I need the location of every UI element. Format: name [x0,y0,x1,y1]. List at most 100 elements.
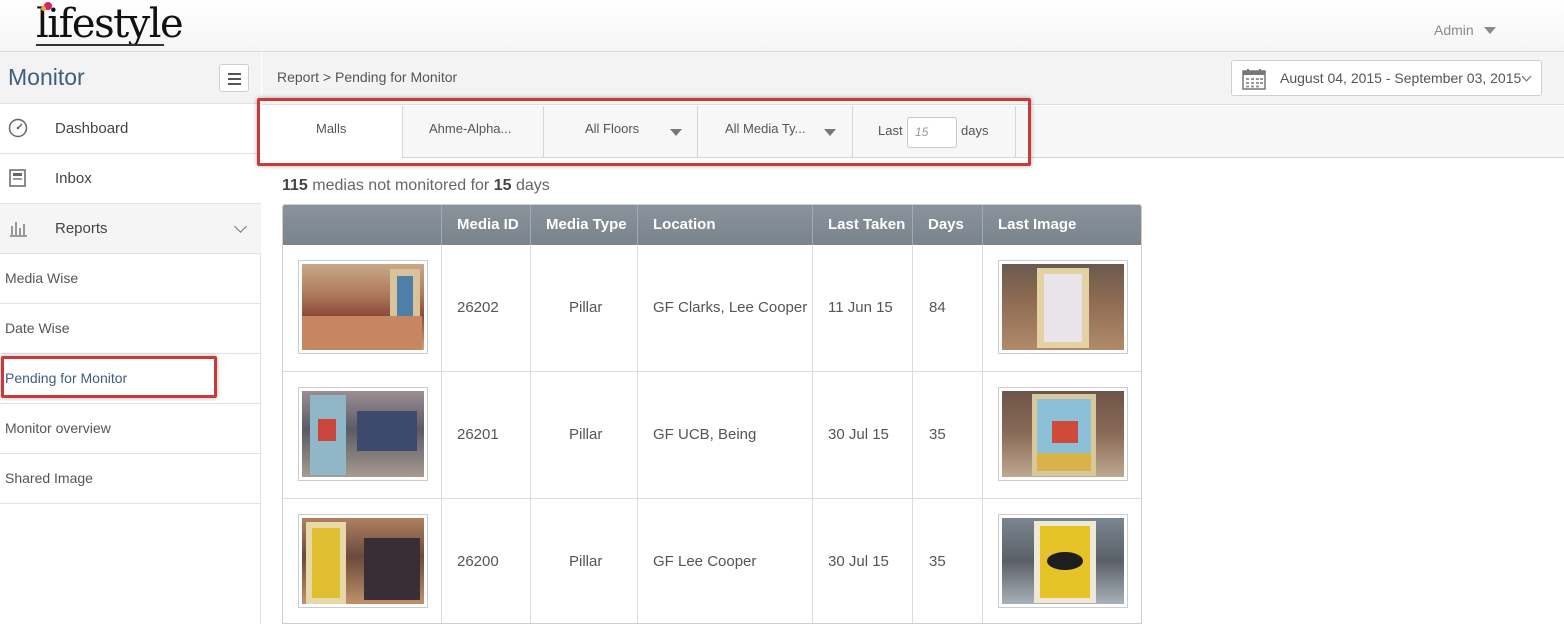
logo-underline [36,44,164,46]
sidebar-subitem-media-wise[interactable]: Media Wise [0,254,261,304]
date-range-picker[interactable]: August 04, 2015 - September 03, 2015 [1231,60,1542,96]
column-header-media-type[interactable]: Media Type [531,205,638,245]
media-type: Pillar [569,553,603,570]
days: 35 [929,553,946,570]
last-image-thumbnail[interactable] [998,260,1128,354]
media-type-cell: Pillar [531,245,638,372]
last-image-thumbnail[interactable] [998,387,1128,481]
days-cell: 35 [913,499,983,623]
location: GF UCB, Being [653,426,757,443]
location-cell: GF Lee Cooper [638,499,813,623]
bar-chart-icon [10,222,27,237]
last-taken-cell: 11 Jun 15 [813,245,913,372]
photo [302,391,424,477]
photo-detail [1052,421,1078,443]
sidebar-subitem-monitor-overview[interactable]: Monitor overview [0,404,261,454]
sidebar-subitem-label: Monitor overview [5,420,111,436]
sidebar-subitem-date-wise[interactable]: Date Wise [0,304,261,354]
column-header-days[interactable]: Days [913,205,983,245]
media-id-cell: 26201 [442,372,531,499]
days-cell: 84 [913,245,983,372]
sidebar-item-inbox[interactable]: Inbox [0,154,261,204]
table-row[interactable]: 26200 Pillar GF Lee Cooper 30 Jul 15 35 [283,499,1141,623]
sidebar-subitem-label: Media Wise [5,270,79,286]
brand-logo[interactable]: lifestyle [34,0,184,50]
last-taken-cell: 30 Jul 15 [813,499,913,623]
date-range-value: August 04, 2015 - September 03, 2015 [1280,70,1522,86]
days: 84 [929,299,946,316]
last-taken-cell: 30 Jul 15 [813,372,913,499]
chevron-down-icon [1521,71,1532,82]
media-id: 26201 [457,426,499,443]
last-taken: 30 Jul 15 [828,426,889,443]
location: GF Lee Cooper [653,553,757,570]
column-header-last-taken[interactable]: Last Taken [813,205,913,245]
last-image-cell [983,499,1141,623]
highlight-box-sidebar [1,356,217,398]
photo-detail [318,419,336,441]
last-image-cell [983,245,1141,372]
photo [302,518,424,604]
photo [1002,518,1124,604]
sidebar-item-label: Inbox [55,170,92,187]
sidebar-item-label: Reports [55,220,108,237]
last-image-cell [983,372,1141,499]
sidebar-header: Monitor [0,52,261,104]
table-row[interactable]: 26202 Pillar GF Clarks, Lee Cooper 11 Ju… [283,245,1141,372]
photo-detail [1047,552,1083,570]
sidebar-item-label: Dashboard [55,120,129,137]
media-id-cell: 26202 [442,245,531,372]
hamburger-line [228,83,241,85]
photo [1002,391,1124,477]
photo-detail [364,538,420,600]
last-taken: 11 Jun 15 [828,299,893,316]
summary-count: 115 [282,177,308,194]
summary-unit: days [515,177,550,194]
media-thumbnail[interactable] [298,260,428,354]
column-header-media-id[interactable]: Media ID [442,205,531,245]
media-type-cell: Pillar [531,499,638,623]
table-row[interactable]: 26201 Pillar GF UCB, Being 30 Jul 15 35 [283,372,1141,499]
sidebar-subitem-shared-image[interactable]: Shared Image [0,454,261,504]
photo-detail [1037,453,1091,471]
image-cell [283,372,442,499]
last-image-thumbnail[interactable] [998,514,1128,608]
location-cell: GF Clarks, Lee Cooper [638,245,813,372]
chevron-down-icon [234,220,247,233]
user-menu-label[interactable]: Admin [1434,22,1474,38]
summary-days: 15 [493,177,512,194]
caret-down-icon[interactable] [1484,27,1496,34]
last-taken: 30 Jul 15 [828,553,889,570]
sidebar-item-dashboard[interactable]: Dashboard [0,104,261,154]
sidebar-item-reports[interactable]: Reports [0,204,261,254]
highlight-box-filters [257,98,1031,166]
inbox-icon [9,169,26,187]
photo [1002,264,1124,350]
media-thumbnail[interactable] [298,387,428,481]
column-header-last-image: Last Image [998,216,1077,233]
summary-middle: medias not monitored for [312,177,490,194]
location-cell: GF UCB, Being [638,372,813,499]
logo-text: lifestyle [36,1,184,47]
days: 35 [929,426,946,443]
sidebar-title: Monitor [8,64,85,90]
media-type: Pillar [569,426,603,443]
logo-dot-accent [41,6,46,11]
sidebar-subitem-label: Shared Image [5,470,93,486]
hamburger-line [228,78,241,80]
media-type-cell: Pillar [531,372,638,499]
menu-toggle-button[interactable] [219,64,249,92]
column-header-image [283,205,442,245]
photo-detail [312,528,340,598]
breadcrumb: Report > Pending for Monitor [277,69,458,85]
media-thumbnail[interactable] [298,514,428,608]
photo [302,264,424,350]
sidebar: Monitor Dashboard Inbox Reports Media Wi… [0,52,261,624]
image-cell [283,245,442,372]
photo-detail [1044,274,1082,342]
gauge-icon [8,118,28,138]
location: GF Clarks, Lee Cooper [653,299,808,316]
hamburger-line [228,73,241,75]
table-header: Media ID Media Type Location Last Taken … [283,205,1141,245]
column-header-location[interactable]: Location [638,205,813,245]
